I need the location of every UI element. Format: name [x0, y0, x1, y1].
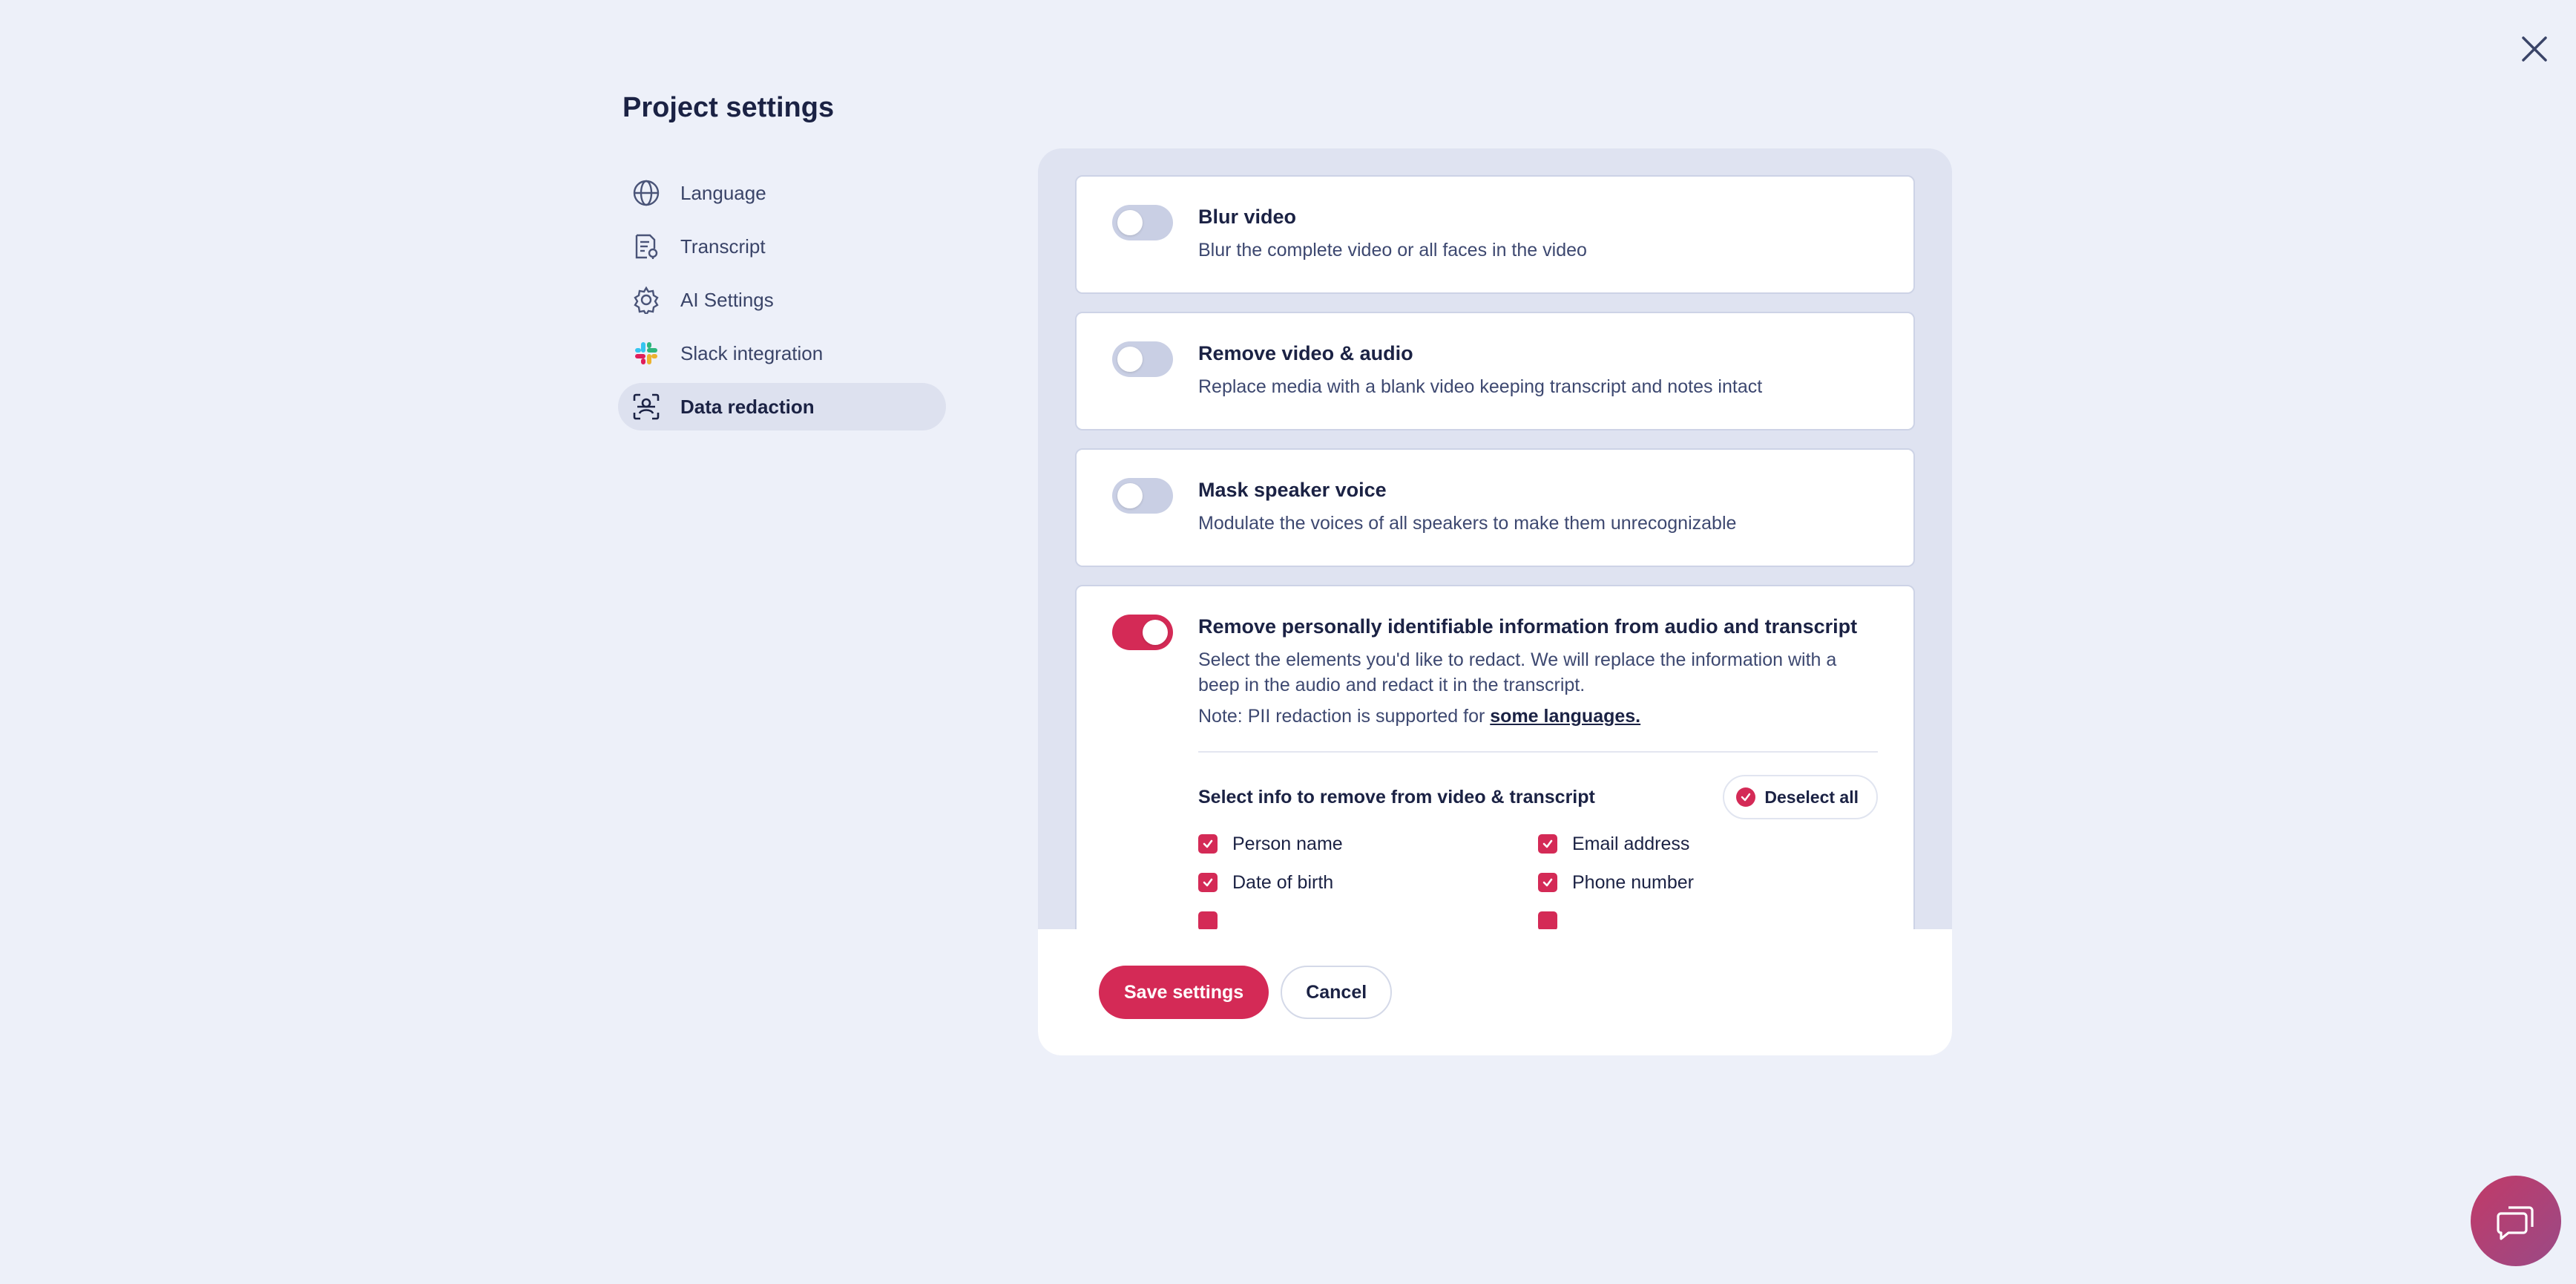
checkbox-checked-icon — [1538, 911, 1557, 929]
sidebar-item-transcript[interactable]: Transcript — [618, 223, 946, 270]
toggle-knob — [1117, 483, 1143, 508]
settings-scroll-area[interactable]: Blur video Blur the complete video or al… — [1038, 148, 1952, 929]
blur-video-toggle[interactable] — [1112, 205, 1173, 240]
sidebar-item-label: Slack integration — [680, 341, 824, 364]
toggle-knob — [1143, 620, 1168, 645]
option-label: Email address — [1572, 833, 1690, 854]
pii-select-title: Select info to remove from video & trans… — [1198, 786, 1595, 808]
gear-icon — [631, 285, 661, 315]
option-label: Person name — [1232, 833, 1343, 854]
sidebar-item-slack-integration[interactable]: Slack integration — [618, 330, 946, 377]
pii-card: Remove personally identifiable informati… — [1075, 585, 1915, 929]
sidebar-item-label: Data redaction — [680, 395, 815, 418]
card-title: Remove personally identifiable informati… — [1198, 615, 1858, 638]
settings-panel: Blur video Blur the complete video or al… — [1038, 148, 1952, 1055]
blur-video-card: Blur video Blur the complete video or al… — [1075, 175, 1915, 294]
pii-note: Note: PII redaction is supported for som… — [1198, 704, 1878, 729]
checkbox-checked-icon — [1538, 834, 1557, 854]
sidebar-item-label: AI Settings — [680, 288, 774, 311]
option-phone-number[interactable]: Phone number — [1538, 871, 1835, 894]
deselect-all-button[interactable]: Deselect all — [1723, 775, 1878, 819]
divider — [1198, 751, 1878, 753]
settings-sidebar: Language Transcript AI Settings Slack in… — [618, 169, 946, 436]
card-description: Blur the complete video or all faces in … — [1198, 240, 1587, 261]
card-title: Remove video & audio — [1198, 342, 1413, 364]
checkbox-checked-icon — [1198, 911, 1218, 929]
sidebar-item-language[interactable]: Language — [618, 169, 946, 217]
chat-support-button[interactable] — [2471, 1176, 2561, 1266]
card-title: Mask speaker voice — [1198, 479, 1387, 501]
option-person-name[interactable]: Person name — [1198, 833, 1538, 855]
card-description: Replace media with a blank video keeping… — [1198, 376, 1763, 397]
page-title: Project settings — [622, 92, 835, 123]
card-description: Select the elements you'd like to redact… — [1198, 649, 1837, 695]
toggle-knob — [1117, 210, 1143, 235]
slack-icon — [631, 338, 661, 368]
pii-toggle[interactable] — [1112, 615, 1173, 650]
sidebar-item-label: Transcript — [680, 235, 766, 258]
remove-media-toggle[interactable] — [1112, 341, 1173, 377]
pii-select-row: Select info to remove from video & trans… — [1198, 775, 1878, 819]
save-settings-button[interactable]: Save settings — [1099, 966, 1269, 1019]
option-label: Phone number — [1572, 871, 1695, 893]
deselect-all-label: Deselect all — [1764, 787, 1859, 807]
settings-footer: Save settings Cancel — [1038, 929, 1952, 1055]
sidebar-item-label: Language — [680, 181, 766, 204]
option-partial-hidden[interactable] — [1198, 910, 1538, 929]
card-description: Modulate the voices of all speakers to m… — [1198, 513, 1737, 534]
checkbox-checked-icon — [1538, 873, 1557, 892]
languages-link[interactable]: some languages. — [1490, 706, 1640, 727]
remove-media-card: Remove video & audio Replace media with … — [1075, 312, 1915, 430]
chat-icon — [2497, 1206, 2534, 1240]
face-scan-icon — [631, 392, 661, 422]
close-button[interactable] — [2512, 27, 2557, 71]
option-label: Date of birth — [1232, 871, 1334, 893]
checkbox-checked-icon — [1198, 873, 1218, 892]
sidebar-item-data-redaction[interactable]: Data redaction — [618, 383, 946, 430]
mask-voice-toggle[interactable] — [1112, 478, 1173, 514]
card-title: Blur video — [1198, 206, 1297, 228]
checkbox-checked-icon — [1198, 834, 1218, 854]
sidebar-item-ai-settings[interactable]: AI Settings — [618, 276, 946, 324]
option-date-of-birth[interactable]: Date of birth — [1198, 871, 1538, 894]
pii-note-text: Note: PII redaction is supported for — [1198, 706, 1485, 727]
mask-voice-card: Mask speaker voice Modulate the voices o… — [1075, 448, 1915, 567]
check-circle-icon — [1736, 787, 1756, 807]
cancel-button[interactable]: Cancel — [1281, 966, 1393, 1019]
globe-icon — [631, 178, 661, 208]
transcript-icon — [631, 232, 661, 261]
toggle-knob — [1117, 347, 1143, 372]
close-icon — [2522, 36, 2547, 62]
pii-options-grid: Person name Email address Date of birth … — [1198, 833, 1878, 929]
option-email-address[interactable]: Email address — [1538, 833, 1835, 855]
option-partial-hidden[interactable] — [1538, 910, 1835, 929]
